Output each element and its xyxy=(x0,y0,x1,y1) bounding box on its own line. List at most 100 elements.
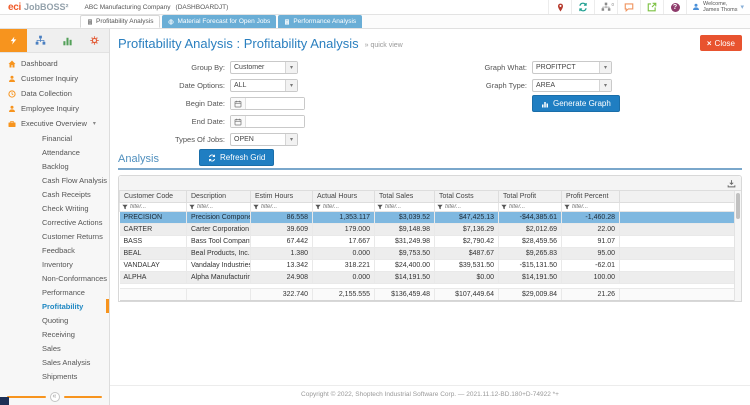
graph-type-select[interactable]: AREA ▾ xyxy=(532,79,612,92)
column-filter-input[interactable] xyxy=(130,204,184,210)
scrollbar-thumb[interactable] xyxy=(736,193,740,219)
sidebar-item-sales-analysis[interactable]: Sales Analysis xyxy=(0,355,109,369)
sidebar-item-executive-overview[interactable]: Executive Overview ▾ xyxy=(0,116,109,131)
column-header[interactable]: Profit Percent xyxy=(561,191,620,203)
hierarchy-badge: 0 xyxy=(611,2,615,7)
table-row[interactable]: PRECISIONPrecision Components,... 86.558… xyxy=(119,211,741,224)
column-header[interactable]: Actual Hours xyxy=(312,191,375,203)
funnel-icon[interactable] xyxy=(189,204,195,210)
sidebar-item-sales[interactable]: Sales xyxy=(0,341,109,355)
main-area: Dashboard Customer Inquiry Data Collecti… xyxy=(0,29,750,405)
help-icon[interactable]: ? xyxy=(663,0,686,14)
jobboss-logo: JobBOSS² xyxy=(24,1,69,12)
funnel-icon[interactable] xyxy=(437,204,443,210)
gears-icon[interactable] xyxy=(81,29,108,52)
sidebar-item-profitability[interactable]: Profitability xyxy=(0,299,109,313)
end-date-input[interactable] xyxy=(246,116,304,127)
report-options-form: Group By: Customer ▾ Date Options: ALL ▾… xyxy=(110,57,750,166)
graph-what-select[interactable]: PROFITPCT ▾ xyxy=(532,61,612,74)
chevron-down-icon: ▾ xyxy=(599,62,611,73)
grid-vertical-scrollbar[interactable] xyxy=(734,191,741,301)
sidebar-item-cash-flow-analysis[interactable]: Cash Flow Analysis xyxy=(0,173,109,187)
sidebar-item-performance[interactable]: Performance xyxy=(0,285,109,299)
sidebar-item-receiving[interactable]: Receiving xyxy=(0,327,109,341)
external-link-icon[interactable] xyxy=(640,0,663,14)
funnel-icon[interactable] xyxy=(122,204,128,210)
group-by-select[interactable]: Customer ▾ xyxy=(230,61,298,74)
sidebar-item-inventory[interactable]: Inventory xyxy=(0,257,109,271)
group-by-label: Group By: xyxy=(191,63,225,72)
sidebar-item-dashboard[interactable]: Dashboard xyxy=(0,56,109,71)
sidebar-collapse-toggle[interactable]: « xyxy=(0,391,109,403)
sidebar-item-employee-inquiry[interactable]: Employee Inquiry xyxy=(0,101,109,116)
graph-what-label: Graph What: xyxy=(484,63,527,72)
hierarchy-icon[interactable]: 0 xyxy=(594,0,617,14)
begin-date-input[interactable] xyxy=(246,98,304,109)
column-header[interactable]: Total Costs xyxy=(434,191,499,203)
building-icon xyxy=(87,18,93,25)
types-of-jobs-select[interactable]: OPEN ▾ xyxy=(230,133,298,146)
sidebar-item-non-conformances[interactable]: Non-Conformances xyxy=(0,271,109,285)
sidebar-item-shipments[interactable]: Shipments xyxy=(0,369,109,383)
tab-material-forecast[interactable]: Material Forecast for Open Jobs xyxy=(162,15,277,28)
funnel-icon[interactable] xyxy=(377,204,383,210)
sidebar-menu: Dashboard Customer Inquiry Data Collecti… xyxy=(0,53,109,391)
chart-icon xyxy=(541,100,549,108)
analysis-grid: Customer Code Description Estim Hours Ac… xyxy=(118,175,742,302)
chevron-down-icon: ▾ xyxy=(285,80,297,91)
table-row[interactable]: ALPHAAlpha Manufacturing, I... 24.9080.0… xyxy=(119,271,741,284)
column-header[interactable]: Description xyxy=(186,191,251,203)
funnel-icon[interactable] xyxy=(315,204,321,210)
sidebar-item-backlog[interactable]: Backlog xyxy=(0,159,109,173)
user-menu[interactable]: Welcome, James Thoms ▾ xyxy=(686,0,750,14)
column-header[interactable]: Total Profit xyxy=(498,191,562,203)
corner-badge xyxy=(0,397,9,405)
sidebar-item-quoting[interactable]: Quoting xyxy=(0,313,109,327)
sync-icon[interactable] xyxy=(571,0,594,14)
close-button[interactable]: × Close xyxy=(699,35,742,51)
sidebar-item-customer-inquiry[interactable]: Customer Inquiry xyxy=(0,71,109,86)
pin-icon[interactable] xyxy=(548,0,571,14)
table-row[interactable]: CARTER Carter Corporation 39.609 179.000 $… xyxy=(119,223,741,236)
table-row[interactable]: BEAL Beal Products, Inc. 1.380 0.000 $9,75… xyxy=(119,247,741,260)
column-header[interactable]: Estim Hours xyxy=(250,191,313,203)
types-of-jobs-label: Types Of Jobs: xyxy=(174,135,225,144)
column-filter-input[interactable] xyxy=(445,204,496,210)
funnel-icon[interactable] xyxy=(564,204,570,210)
column-filter-input[interactable] xyxy=(509,204,559,210)
collapse-icon: « xyxy=(49,392,60,402)
column-header[interactable]: Customer Code xyxy=(119,191,187,203)
tab-performance-analysis[interactable]: Performance Analysis xyxy=(278,15,363,28)
sidebar-item-attendance[interactable]: Attendance xyxy=(0,145,109,159)
sidebar-item-financial[interactable]: Financial xyxy=(0,131,109,145)
refresh-grid-button[interactable]: Refresh Grid xyxy=(199,149,275,166)
table-row[interactable]: VANDALAYVandalay Industries, Inc. 13.342… xyxy=(119,259,741,272)
sidebar-item-customer-returns[interactable]: Customer Returns xyxy=(0,229,109,243)
tab-profitability-analysis[interactable]: Profitability Analysis xyxy=(80,15,161,28)
table-row[interactable]: BASS Bass Tool Company 67.442 17.667 $31,2… xyxy=(119,235,741,248)
funnel-icon[interactable] xyxy=(501,204,507,210)
column-filter-input[interactable] xyxy=(385,204,432,210)
sidebar-item-cash-receipts[interactable]: Cash Receipts xyxy=(0,187,109,201)
quick-view-link[interactable]: » quick view xyxy=(365,42,403,49)
export-download-icon[interactable] xyxy=(727,179,736,188)
lightning-icon[interactable] xyxy=(0,29,27,52)
bar-chart-icon[interactable] xyxy=(54,29,81,52)
column-filter-input[interactable] xyxy=(572,204,617,210)
close-icon: × xyxy=(706,38,712,48)
column-header[interactable]: Total Sales xyxy=(374,191,435,203)
date-options-select[interactable]: ALL ▾ xyxy=(230,79,298,92)
column-filter-input[interactable] xyxy=(323,204,372,210)
sidebar-item-check-writing[interactable]: Check Writing xyxy=(0,201,109,215)
sitemap-icon[interactable] xyxy=(27,29,54,52)
column-filter-input[interactable] xyxy=(197,204,248,210)
column-filter-input[interactable] xyxy=(261,204,310,210)
calendar-icon[interactable] xyxy=(231,116,246,127)
generate-graph-button[interactable]: Generate Graph xyxy=(532,95,620,112)
sidebar-item-data-collection[interactable]: Data Collection xyxy=(0,86,109,101)
chat-icon[interactable] xyxy=(617,0,640,14)
calendar-icon[interactable] xyxy=(231,98,246,109)
sidebar-item-corrective-actions[interactable]: Corrective Actions xyxy=(0,215,109,229)
sidebar-item-feedback[interactable]: Feedback xyxy=(0,243,109,257)
funnel-icon[interactable] xyxy=(253,204,259,210)
